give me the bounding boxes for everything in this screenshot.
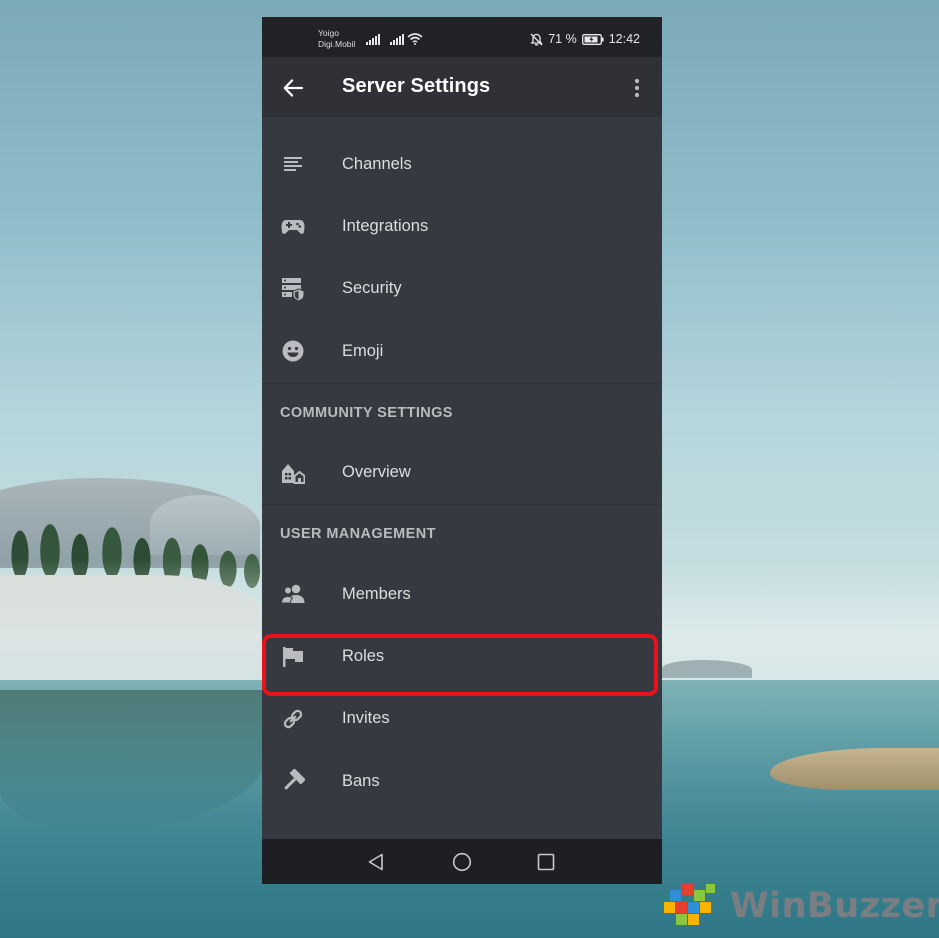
section-header-label: USER MANAGEMENT [280, 525, 436, 542]
square-recents-icon [537, 853, 555, 871]
battery-icon [581, 33, 604, 45]
list-icon [280, 151, 306, 177]
server-shield-icon [280, 276, 306, 302]
overflow-menu-button[interactable] [626, 73, 648, 103]
winbuzzer-watermark: WinBuzzer [660, 880, 939, 932]
menu-item-bans[interactable]: Bans [262, 750, 662, 812]
arrow-back-icon [283, 79, 303, 97]
link-icon [280, 706, 306, 732]
menu-item-members[interactable]: Members [262, 563, 662, 625]
menu-item-channels[interactable]: Channels [262, 133, 662, 195]
menu-item-label: Overview [342, 463, 411, 482]
winbuzzer-logo [664, 884, 715, 925]
signal-1-icon [366, 34, 380, 45]
hammer-icon [280, 768, 306, 794]
gamepad-icon [280, 214, 306, 240]
nav-home-button[interactable] [450, 850, 474, 874]
menu-item-security[interactable]: Security [262, 258, 662, 320]
menu-item-label: Bans [342, 771, 380, 790]
circle-home-icon [452, 852, 472, 872]
phone-screen: Yoigo Digi.Mobil 71 % 12:42 Server Setti… [262, 17, 662, 884]
wallpaper-distant-hill [662, 660, 752, 678]
menu-item-invites[interactable]: Invites [262, 688, 662, 750]
menu-item-label: Members [342, 584, 411, 603]
section-header-community: COMMUNITY SETTINGS [262, 384, 662, 442]
triangle-back-icon [368, 853, 383, 871]
menu-item-label: Roles [342, 647, 385, 666]
watermark-text: WinBuzzer [730, 886, 939, 926]
section-header-user-management: USER MANAGEMENT [262, 505, 662, 563]
clock: 12:42 [608, 32, 640, 46]
menu-item-integrations[interactable]: Integrations [262, 195, 662, 257]
back-button[interactable] [278, 73, 308, 103]
status-right: 71 % 12:42 [530, 32, 640, 46]
menu-item-emoji[interactable]: Emoji [262, 320, 662, 382]
system-nav-bar [262, 839, 662, 884]
app-bar: Server Settings [262, 57, 662, 117]
more-vertical-icon [634, 78, 640, 98]
nav-back-button[interactable] [364, 850, 388, 874]
smiley-icon [280, 338, 306, 364]
menu-item-label: Channels [342, 154, 412, 173]
nav-recents-button[interactable] [534, 850, 558, 874]
menu-item-label: Emoji [342, 341, 384, 360]
battery-percent: 71 % [548, 32, 577, 46]
status-bar: Yoigo Digi.Mobil 71 % 12:42 [262, 17, 662, 57]
section-header-label: COMMUNITY SETTINGS [280, 404, 453, 421]
menu-item-roles[interactable]: Roles [262, 625, 662, 687]
signal-2-icon [390, 34, 404, 45]
flag-icon [280, 644, 306, 670]
menu-item-label: Security [342, 279, 402, 298]
bell-off-icon [530, 33, 543, 46]
menu-item-overview[interactable]: Overview [262, 442, 662, 504]
people-icon [280, 581, 306, 607]
community-house-icon [280, 460, 306, 486]
carrier-name-2: Digi.Mobil [318, 39, 356, 49]
menu-item-label: Invites [342, 709, 390, 728]
carrier-name-1: Yoigo [318, 28, 339, 38]
settings-menu: Channels Integrations Security Emoji COM… [262, 133, 662, 813]
wifi-icon [407, 33, 423, 45]
menu-item-label: Integrations [342, 217, 429, 236]
page-title: Server Settings [342, 75, 491, 97]
carrier-info: Yoigo Digi.Mobil [318, 28, 355, 50]
